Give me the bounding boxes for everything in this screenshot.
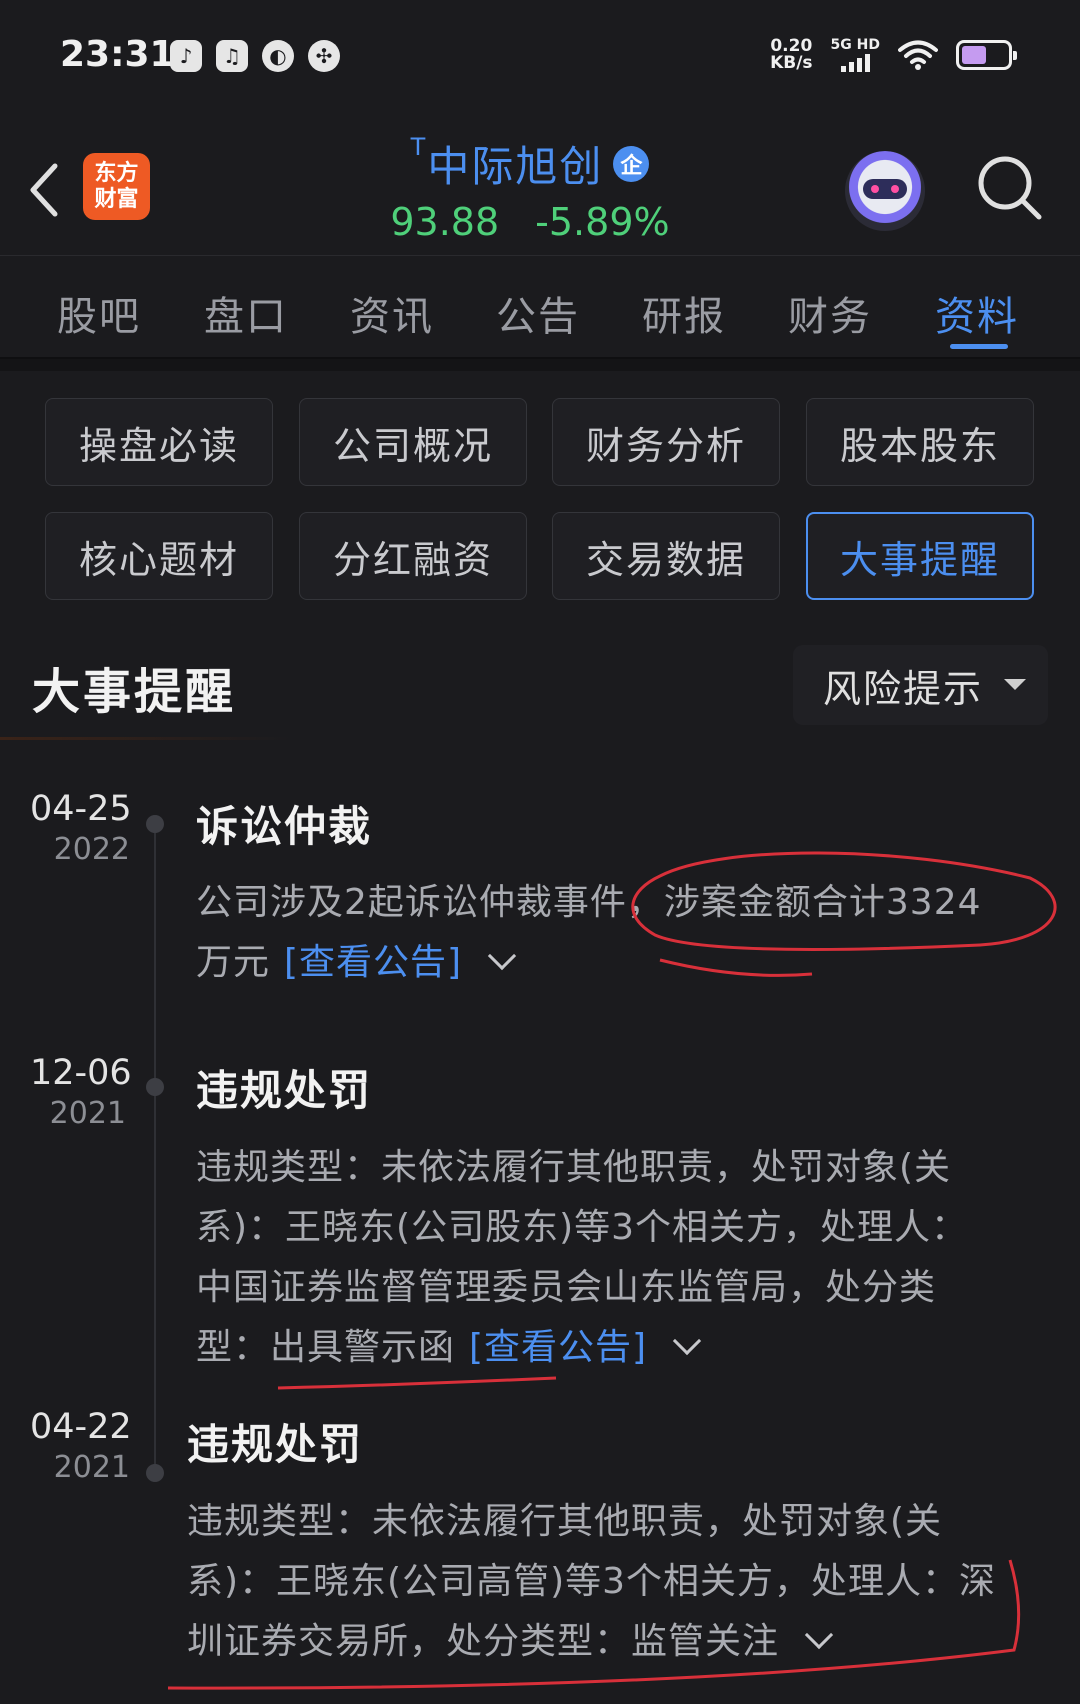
chevron-down-icon[interactable] <box>487 941 517 971</box>
planet-app-icon: ◐ <box>262 40 294 72</box>
event-year: 2021 <box>49 1096 126 1131</box>
tab-pankou[interactable]: 盘口 <box>204 284 288 342</box>
event-line: 系)：王晓东(公司股东)等3个相关方，处理人： <box>196 1207 969 1248</box>
subnav-financial-analysis[interactable]: 财务分析 <box>552 398 780 486</box>
wifi-icon <box>898 40 938 70</box>
stock-info: T 中际旭创 企 93.88 -5.89% <box>380 133 680 244</box>
event-title: 违规处罚 <box>196 1066 373 1115</box>
section-title: 大事提醒 <box>32 664 237 720</box>
event-date: 04-22 <box>30 1407 132 1447</box>
caret-down-icon <box>1004 679 1026 690</box>
stock-change-pct: -5.89% <box>535 200 670 244</box>
event-title: 违规处罚 <box>187 1420 364 1469</box>
status-bar: 23:31 ♪ ♫ ◐ ✣ 0.20 KB/s 5G HD <box>0 0 1080 115</box>
filter-label: 风险提示 <box>823 666 984 711</box>
status-time: 23:31 <box>60 34 175 75</box>
tab-announcements[interactable]: 公告 <box>496 284 580 342</box>
timeline-dot <box>146 815 164 833</box>
enterprise-badge: 企 <box>613 145 650 182</box>
event-line: 违规类型：未依法履行其他职责，处罚对象(关 <box>187 1501 943 1542</box>
tiktok-icon: ♫ <box>216 40 248 72</box>
tab-news[interactable]: 资讯 <box>350 284 434 342</box>
view-announcement-link[interactable]: [查看公告] <box>284 942 462 983</box>
event-year: 2021 <box>53 1450 130 1485</box>
risk-filter-dropdown[interactable]: 风险提示 <box>793 645 1048 725</box>
event-description: 公司涉及2起诉讼仲裁事件，涉案金额合计3324 万元 [查看公告] <box>196 873 982 993</box>
status-app-icons: ♪ ♫ ◐ ✣ <box>170 40 340 72</box>
stock-header: 东方 财富 T 中际旭创 企 93.88 -5.89% <box>0 115 1080 255</box>
section-divider <box>0 737 290 740</box>
eastmoney-logo[interactable]: 东方 财富 <box>83 153 150 220</box>
t-mark: T <box>410 133 426 161</box>
subnav-shareholders[interactable]: 股本股东 <box>806 398 1034 486</box>
signal-icon: 5G HD <box>831 38 880 72</box>
subnav-trading-data[interactable]: 交易数据 <box>552 512 780 600</box>
chevron-down-icon[interactable] <box>672 1326 702 1356</box>
tab-research[interactable]: 研报 <box>642 284 726 342</box>
assistant-robot-icon[interactable] <box>845 151 925 231</box>
subnav-major-events[interactable]: 大事提醒 <box>806 512 1034 600</box>
event-line: 万元 <box>196 942 271 983</box>
app-notification-icon: ♪ <box>170 40 202 72</box>
back-arrow-icon[interactable] <box>25 160 65 220</box>
event-line: 违规类型：未依法履行其他职责，处罚对象(关 <box>196 1147 952 1188</box>
subnav-core-themes[interactable]: 核心题材 <box>45 512 273 600</box>
fan-app-icon: ✣ <box>308 40 340 72</box>
subnav-trading-must-read[interactable]: 操盘必读 <box>45 398 273 486</box>
event-line: 圳证券交易所，处分类型：监管关注 <box>187 1621 780 1662</box>
timeline-dot <box>146 1078 164 1096</box>
tab-guba[interactable]: 股吧 <box>57 284 141 342</box>
view-announcement-link[interactable]: [查看公告] <box>469 1327 647 1368</box>
event-line: 型：出具警示函 <box>196 1327 456 1368</box>
event-date: 12-06 <box>30 1053 132 1093</box>
event-date: 04-25 <box>30 789 132 829</box>
timeline-dot <box>146 1464 164 1482</box>
stock-name: 中际旭创 <box>427 142 604 191</box>
divider <box>0 359 1080 371</box>
battery-icon <box>956 40 1017 70</box>
event-line: 中国证券监督管理委员会山东监管局，处分类 <box>196 1267 937 1308</box>
main-tabs: 股吧 盘口 资讯 公告 研报 财务 资料 <box>0 255 1080 359</box>
subnav-company-overview[interactable]: 公司概况 <box>299 398 527 486</box>
logo-line1: 东方 <box>94 160 139 186</box>
event-line: 系)：王晓东(公司高管)等3个相关方，处理人：深 <box>187 1561 997 1602</box>
event-title: 诉讼仲裁 <box>196 802 373 851</box>
event-line: 公司涉及2起诉讼仲裁事件，涉案金额合计3324 <box>196 882 982 923</box>
timeline-line <box>154 822 156 1472</box>
status-indicators: 0.20 KB/s 5G HD <box>770 38 1017 72</box>
event-year: 2022 <box>53 832 130 867</box>
search-icon[interactable] <box>975 153 1045 223</box>
network-speed-unit: KB/s <box>770 53 813 73</box>
subnav-dividends-financing[interactable]: 分红融资 <box>299 512 527 600</box>
logo-line2: 财富 <box>94 186 139 212</box>
event-description: 违规类型：未依法履行其他职责，处罚对象(关 系)：王晓东(公司高管)等3个相关方… <box>187 1492 996 1672</box>
chevron-down-icon[interactable] <box>804 1620 834 1650</box>
event-description: 违规类型：未依法履行其他职责，处罚对象(关 系)：王晓东(公司股东)等3个相关方… <box>196 1138 968 1378</box>
active-tab-indicator <box>950 344 1008 349</box>
tab-finance[interactable]: 财务 <box>788 284 872 342</box>
network-speed: 0.20 KB/s <box>770 38 812 72</box>
tab-profile[interactable]: 资料 <box>935 284 1019 342</box>
stock-price: 93.88 <box>390 200 500 244</box>
network-type: 5G HD <box>830 37 880 53</box>
